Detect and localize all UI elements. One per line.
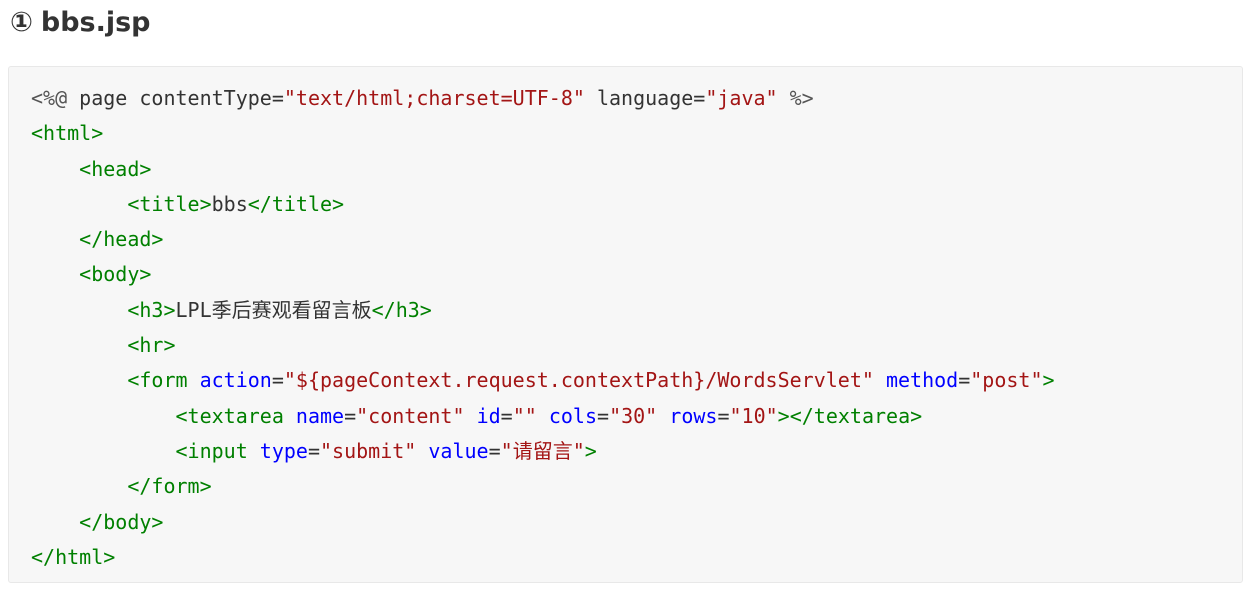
code-token-str: "text/html;charset=UTF-8" bbox=[283, 86, 585, 110]
code-line: <form action="${pageContext.request.cont… bbox=[31, 363, 1242, 398]
section-heading: ① bbs.jsp bbox=[10, 2, 151, 42]
code-token-dir: %> bbox=[777, 86, 814, 110]
code-line: <input type="submit" value="请留言"> bbox=[31, 434, 1242, 469]
code-token-tag: > bbox=[1042, 368, 1055, 393]
code-token-tag: </h3> bbox=[371, 297, 432, 322]
code-token-attr: type bbox=[259, 438, 308, 463]
code-token-tag: <title> bbox=[127, 191, 212, 216]
code-token-tag: <form bbox=[127, 368, 188, 393]
code-token-text: = bbox=[717, 403, 730, 428]
code-line: <title>bbs</title> bbox=[31, 187, 1242, 222]
code-token-tag: > bbox=[584, 438, 597, 463]
code-token-text: LPL季后赛观看留言板 bbox=[175, 297, 372, 322]
code-token-tag: <head> bbox=[79, 156, 152, 181]
code-token-attr: cols bbox=[548, 403, 598, 428]
code-line: </body> bbox=[31, 505, 1242, 540]
code-token-text: = bbox=[693, 86, 706, 110]
code-token-tag: <html> bbox=[31, 121, 104, 146]
code-token-str: "${pageContext.request.contextPath}/Word… bbox=[283, 368, 874, 393]
code-line: </form> bbox=[31, 469, 1242, 504]
code-token-tag: <h3> bbox=[127, 297, 176, 322]
code-line: <hr> bbox=[31, 328, 1242, 363]
code-line: <body> bbox=[31, 257, 1242, 292]
code-lines: <%@ page contentType="text/html;charset=… bbox=[31, 81, 1242, 575]
code-token-tag: <input bbox=[175, 438, 248, 463]
code-token-text: = bbox=[958, 368, 971, 393]
code-token-str: "30" bbox=[609, 403, 658, 428]
code-token-tag: </body> bbox=[79, 509, 164, 534]
code-line: <textarea name="content" id="" cols="30"… bbox=[31, 399, 1242, 434]
code-line: <html> bbox=[31, 116, 1242, 151]
code-block: <%@ page contentType="text/html;charset=… bbox=[8, 66, 1243, 583]
code-token-attr: action bbox=[199, 368, 272, 393]
code-token-tag: </html> bbox=[31, 544, 116, 569]
code-line: <%@ page contentType="text/html;charset=… bbox=[31, 81, 1242, 116]
code-token-text: page contentType bbox=[67, 86, 272, 110]
code-token-str: "submit" bbox=[320, 438, 417, 463]
code-token-attr: name bbox=[295, 403, 345, 428]
code-token-str: "" bbox=[512, 403, 537, 428]
code-token-tag: </title> bbox=[247, 191, 345, 216]
code-token-text: = bbox=[307, 438, 321, 463]
code-token-tag: <textarea bbox=[175, 403, 284, 428]
code-token-str: "java" bbox=[705, 86, 778, 110]
code-token-attr: method bbox=[885, 368, 959, 393]
code-token-text: = bbox=[271, 86, 284, 110]
code-token-text: = bbox=[500, 403, 513, 428]
heading-title: bbs.jsp bbox=[40, 6, 151, 38]
code-token-tag: </form> bbox=[127, 474, 212, 499]
code-token-str: "content" bbox=[356, 403, 465, 428]
code-token-text: language bbox=[584, 86, 694, 110]
code-token-text: = bbox=[488, 438, 501, 463]
code-line: </html> bbox=[31, 540, 1242, 575]
heading-number: ① bbox=[10, 6, 33, 38]
code-line: <h3>LPL季后赛观看留言板</h3> bbox=[31, 293, 1242, 328]
code-token-tag: <hr> bbox=[127, 333, 176, 358]
code-token-attr: id bbox=[476, 403, 501, 428]
code-token-tag: ></textarea> bbox=[777, 403, 923, 428]
code-token-tag: </head> bbox=[79, 227, 164, 252]
code-token-str: "请留言" bbox=[500, 438, 585, 463]
code-token-tag: <body> bbox=[79, 262, 152, 287]
code-token-str: "post" bbox=[970, 368, 1043, 393]
code-token-text: = bbox=[344, 403, 357, 428]
code-token-text: = bbox=[271, 368, 284, 393]
code-line: <head> bbox=[31, 152, 1242, 187]
code-line: </head> bbox=[31, 222, 1242, 257]
code-token-text: bbs bbox=[211, 191, 248, 216]
code-token-str: "10" bbox=[729, 403, 778, 428]
code-token-attr: value bbox=[428, 438, 489, 463]
code-token-dir: <%@ bbox=[31, 86, 68, 110]
code-token-text: = bbox=[597, 403, 610, 428]
code-token-attr: rows bbox=[669, 403, 718, 428]
